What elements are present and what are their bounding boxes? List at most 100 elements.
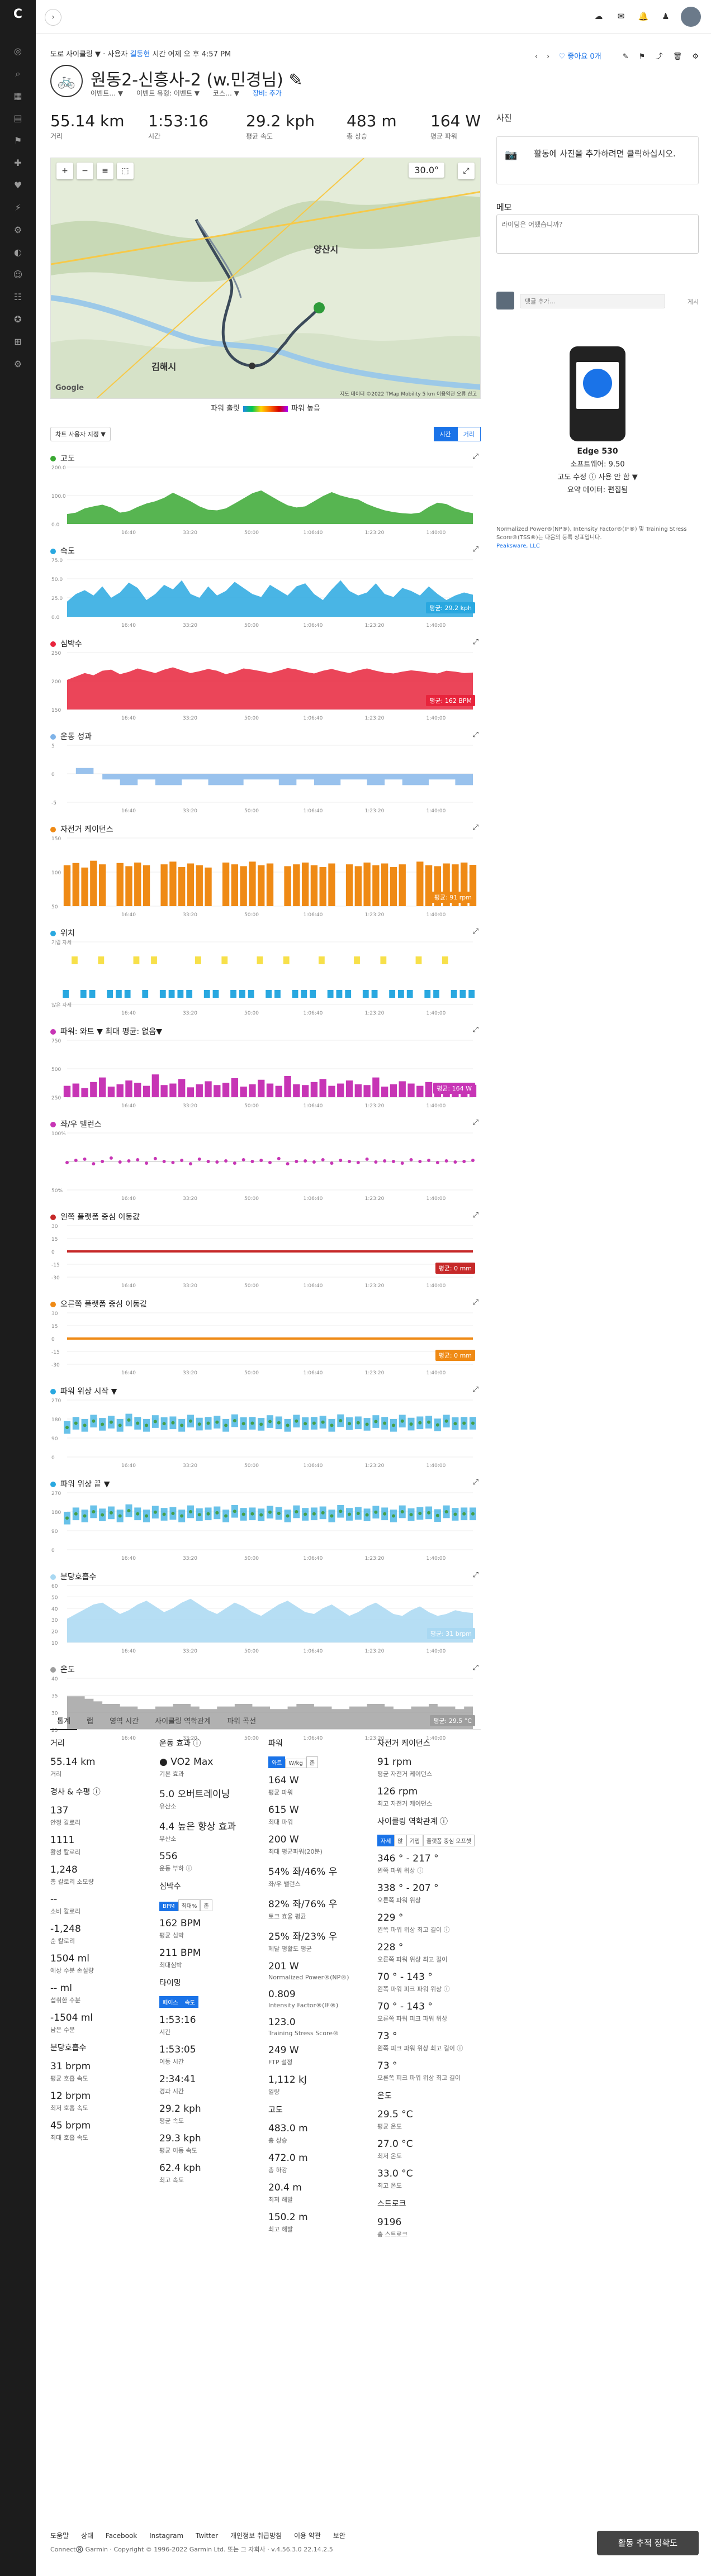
footer-link-help[interactable]: 도움말 [50, 2532, 69, 2540]
tab-stats[interactable]: 통계 [50, 1712, 77, 1730]
distance-axis-button[interactable]: 거리 [457, 427, 481, 441]
footer-link-security[interactable]: 보안 [333, 2532, 345, 2540]
expand-chart-icon[interactable]: ⤢ [473, 1298, 478, 1307]
chart-0[interactable]: 고도 ⤢ 200.0 100.0 0.0 16:40 33:20 50:00 1:06:40 1:… [50, 453, 481, 541]
chart-12[interactable]: 분당호흡수 ⤢ 60 50 40 30 20 10 16:40 33:20 50:00 1:06:40… [50, 1571, 481, 1659]
tab-laps[interactable]: 랩 [80, 1712, 100, 1729]
course-selector[interactable]: 코스… ▼ [213, 89, 239, 97]
expand-chart-icon[interactable]: ⤢ [473, 823, 478, 832]
unit-toggle-button[interactable]: 자세 [377, 1835, 395, 1846]
footer-link-twitter[interactable]: Twitter [196, 2532, 218, 2540]
settings-gear-icon[interactable]: ⚙ [692, 53, 699, 61]
health-icon[interactable]: ♥ [11, 179, 25, 192]
garmin-connect-logo[interactable]: C [11, 8, 25, 21]
expand-chart-icon[interactable]: ⤢ [473, 1571, 478, 1579]
badges-icon[interactable]: ✪ [11, 313, 25, 326]
cloud-sync-icon[interactable]: ☁ [592, 10, 605, 22]
expand-chart-icon[interactable]: ⤢ [473, 1026, 478, 1034]
like-button[interactable]: ♡ 좋아요 0개 [559, 53, 601, 61]
tab-power-curve[interactable]: 파워 곡선 [220, 1712, 263, 1729]
unit-toggle-button[interactable]: 존 [200, 1899, 212, 1911]
tab-cycling-dynamics[interactable]: 사이클링 역학관계 [148, 1712, 217, 1729]
expand-chart-icon[interactable]: ⤢ [473, 1211, 478, 1220]
memo-textarea[interactable] [496, 215, 699, 254]
owner-link[interactable]: 길동현 [130, 50, 150, 59]
chart-9[interactable]: 오른쪽 플랫폼 중심 이동값 ⤢ 30 15 0 -15 -30 16:40 33:20 50:0… [50, 1298, 481, 1381]
unit-toggle-button[interactable]: 존 [306, 1756, 319, 1768]
zoom-out-button[interactable]: − [77, 163, 93, 179]
insights-icon[interactable]: ◐ [11, 246, 25, 259]
footer-link-instagram[interactable]: Instagram [149, 2532, 183, 2540]
chart-3[interactable]: 운동 성과 ⤢ 5 0 -5 16:40 33:20 50:00 1:06:40 1:23:20 1… [50, 731, 481, 819]
post-comment-button[interactable]: 게시 [688, 297, 699, 306]
activity-tracking-accuracy-button[interactable]: 활동 추적 정확도 [597, 2531, 699, 2555]
user-add-icon[interactable]: ♟ [660, 10, 672, 22]
previous-activity-button[interactable]: ‹ [535, 53, 538, 61]
expand-chart-icon[interactable]: ⤢ [473, 1385, 478, 1394]
zoom-in-button[interactable]: + [56, 163, 73, 179]
map-canvas[interactable] [51, 158, 481, 399]
map-type-icon[interactable]: ⬚ [117, 163, 134, 179]
gear-add-link[interactable]: 장비: 추가 [253, 89, 282, 97]
chart-6[interactable]: 파워: 와트 ▼ 최대 평균: 없음▼ ⤢ 750 500 250 16:40 33:20 5… [50, 1026, 481, 1114]
unit-toggle-button[interactable]: 페이스 [159, 1996, 182, 2008]
end-marker[interactable] [249, 363, 255, 369]
share-icon[interactable]: ⤴ [656, 50, 663, 61]
chart-5[interactable]: 위치 ⤢ 기립 자세 앉은 자세 16:40 33:20 50:00 1:06:40 1:23:… [50, 927, 481, 1021]
chart-10[interactable]: 파워 위상 시작 ▼ ⤢ 270 180 90 0 16:40 33:20 50:00 1:06:… [50, 1385, 481, 1474]
add-photo-button[interactable]: 📷 활동에 사진을 추가하려면 클릭하십시오. [496, 136, 699, 184]
gear-icon[interactable]: ⚙ [11, 223, 25, 237]
unit-toggle-button[interactable]: W/kg [285, 1759, 306, 1768]
edit-icon[interactable]: ✎ [623, 53, 629, 61]
time-axis-button[interactable]: 시간 [433, 427, 457, 441]
elevation-correction[interactable]: 고도 수정 ⓘ 사용 안 함 ▼ [496, 471, 699, 482]
event-selector[interactable]: 이벤트… ▼ [91, 89, 123, 97]
footer-link-terms[interactable]: 이용 약관 [294, 2532, 321, 2540]
training-icon[interactable]: ✚ [11, 156, 25, 170]
chart-7[interactable]: 좌/우 밸런스 ⤢ 100% 50% 16:40 33:20 50:00 1:06:40 1:2… [50, 1118, 481, 1207]
next-activity-button[interactable]: › [547, 53, 549, 61]
comment-input[interactable] [520, 294, 665, 308]
chart-1[interactable]: 속도 ⤢ 75.0 50.0 25.0 0.0 16:40 33:20 50:00 1:06:40… [50, 545, 481, 634]
expand-chart-icon[interactable]: ⤢ [473, 1118, 478, 1127]
map-tilt-label[interactable]: 30.0° [409, 163, 444, 178]
unit-toggle-button[interactable]: BPM [159, 1902, 178, 1911]
dashboard-icon[interactable]: ◎ [11, 45, 25, 58]
chart-13[interactable]: 온도 ⤢ 40 35 30 25 16:40 33:20 50:00 1:06:40 1:23:20… [50, 1664, 481, 1746]
chart-4[interactable]: 자전거 케이던스 ⤢ 150 100 50 16:40 33:20 50:00 1:06:40 1… [50, 823, 481, 923]
calendar-icon[interactable]: ▦ [11, 89, 25, 103]
expand-chart-icon[interactable]: ⤢ [473, 1478, 478, 1487]
avatar[interactable] [681, 7, 701, 27]
customize-charts-dropdown[interactable]: 차트 사용자 지정 ▼ [50, 427, 111, 441]
expand-chart-icon[interactable]: ⤢ [473, 1664, 478, 1672]
activity-title[interactable]: 원동2-신흥사-2 (w.민경님) ✎ [91, 66, 303, 91]
reports-icon[interactable]: ▤ [11, 112, 25, 125]
start-marker[interactable] [314, 302, 325, 313]
footer-link-privacy[interactable]: 개인정보 취급방침 [230, 2532, 282, 2540]
search-icon[interactable]: ⌕ [11, 67, 25, 80]
event-type-selector[interactable]: 이벤트 유형: 이벤트 ▼ [136, 89, 200, 97]
expand-chart-icon[interactable]: ⤢ [473, 638, 478, 646]
settings-icon[interactable]: ⚙ [11, 358, 25, 371]
unit-toggle-button[interactable]: 와트 [268, 1756, 286, 1768]
expand-chart-icon[interactable]: ⤢ [473, 731, 478, 739]
activities-icon[interactable]: ⚑ [11, 134, 25, 147]
inbox-icon[interactable]: ✉ [615, 10, 627, 22]
peaksware-link[interactable]: Peaksware, LLC [496, 543, 540, 549]
expand-chart-icon[interactable]: ⤢ [473, 545, 478, 554]
unit-toggle-button[interactable]: 앉 [394, 1835, 406, 1846]
fullscreen-icon[interactable]: ⤢ [458, 163, 475, 179]
groups-icon[interactable]: ☷ [11, 291, 25, 304]
connections-icon[interactable]: ☺ [11, 268, 25, 282]
performance-icon[interactable]: ⚡ [11, 201, 25, 215]
chart-8[interactable]: 왼쪽 플랫폼 중심 이동값 ⤢ 30 15 0 -15 -30 16:40 33:20 50:00… [50, 1211, 481, 1294]
tab-time-in-zones[interactable]: 영역 시간 [103, 1712, 145, 1729]
bookmark-icon[interactable]: ⚑ [639, 53, 646, 61]
layers-icon[interactable]: ≡ [97, 163, 113, 179]
unit-toggle-button[interactable]: 기립 [406, 1835, 424, 1846]
map-attribution[interactable]: 지도 데이터 ©2022 TMap Mobility 5 km 이용약관 오류 … [340, 390, 477, 397]
chart-2[interactable]: 심박수 ⤢ 250 200 150 16:40 33:20 50:00 1:06:40 1:23:… [50, 638, 481, 726]
unit-toggle-button[interactable]: 속도 [181, 1996, 199, 2008]
footer-link-status[interactable]: 상태 [81, 2532, 93, 2540]
chart-11[interactable]: 파워 위상 끝 ▼ ⤢ 270 180 90 0 16:40 33:20 50:00 1:06:4… [50, 1478, 481, 1566]
